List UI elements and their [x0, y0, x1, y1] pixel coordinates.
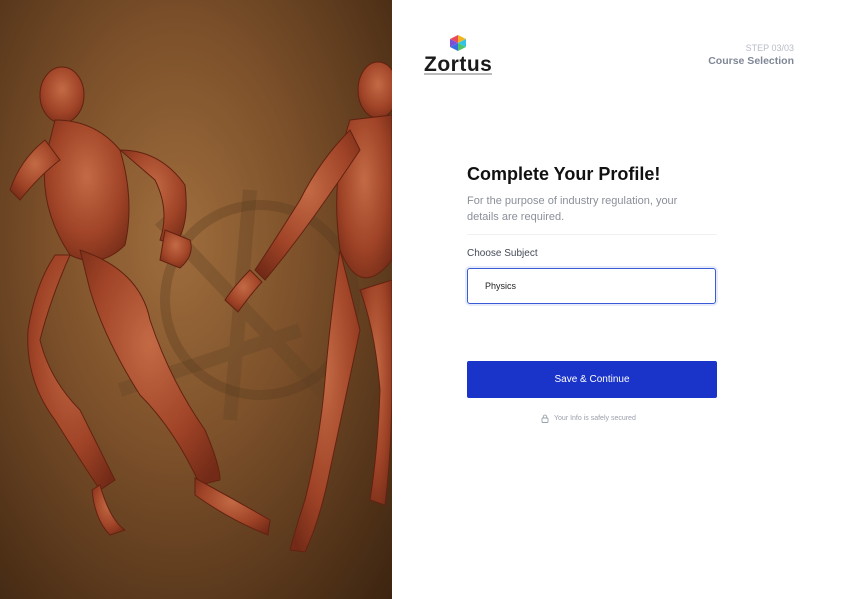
secure-note-text: Your Info is safely secured: [554, 415, 636, 422]
divider: [467, 234, 717, 235]
anatomy-illustration: [0, 0, 392, 599]
step-name: Course Selection: [708, 55, 794, 67]
page-title: Complete Your Profile!: [467, 164, 661, 184]
hero-anatomy-image: [0, 0, 392, 599]
save-continue-button[interactable]: Save & Continue: [467, 361, 717, 398]
subject-select-value: Physics: [485, 281, 517, 291]
lock-icon: [541, 414, 549, 423]
zortus-logo-icon: [450, 35, 466, 51]
page-subtitle: For the purpose of industry regulation, …: [467, 195, 678, 223]
subject-label: Choose Subject: [467, 248, 538, 259]
brand-logo[interactable]: Zortus: [424, 35, 494, 79]
secure-note: Your Info is safely secured: [541, 414, 636, 423]
subject-select[interactable]: Physics: [467, 268, 716, 304]
step-counter: STEP 03/03: [745, 43, 794, 53]
form-panel: Zortus STEP 03/03 Course Selection Compl…: [392, 0, 846, 599]
brand-tagline-decoration: [424, 73, 492, 75]
